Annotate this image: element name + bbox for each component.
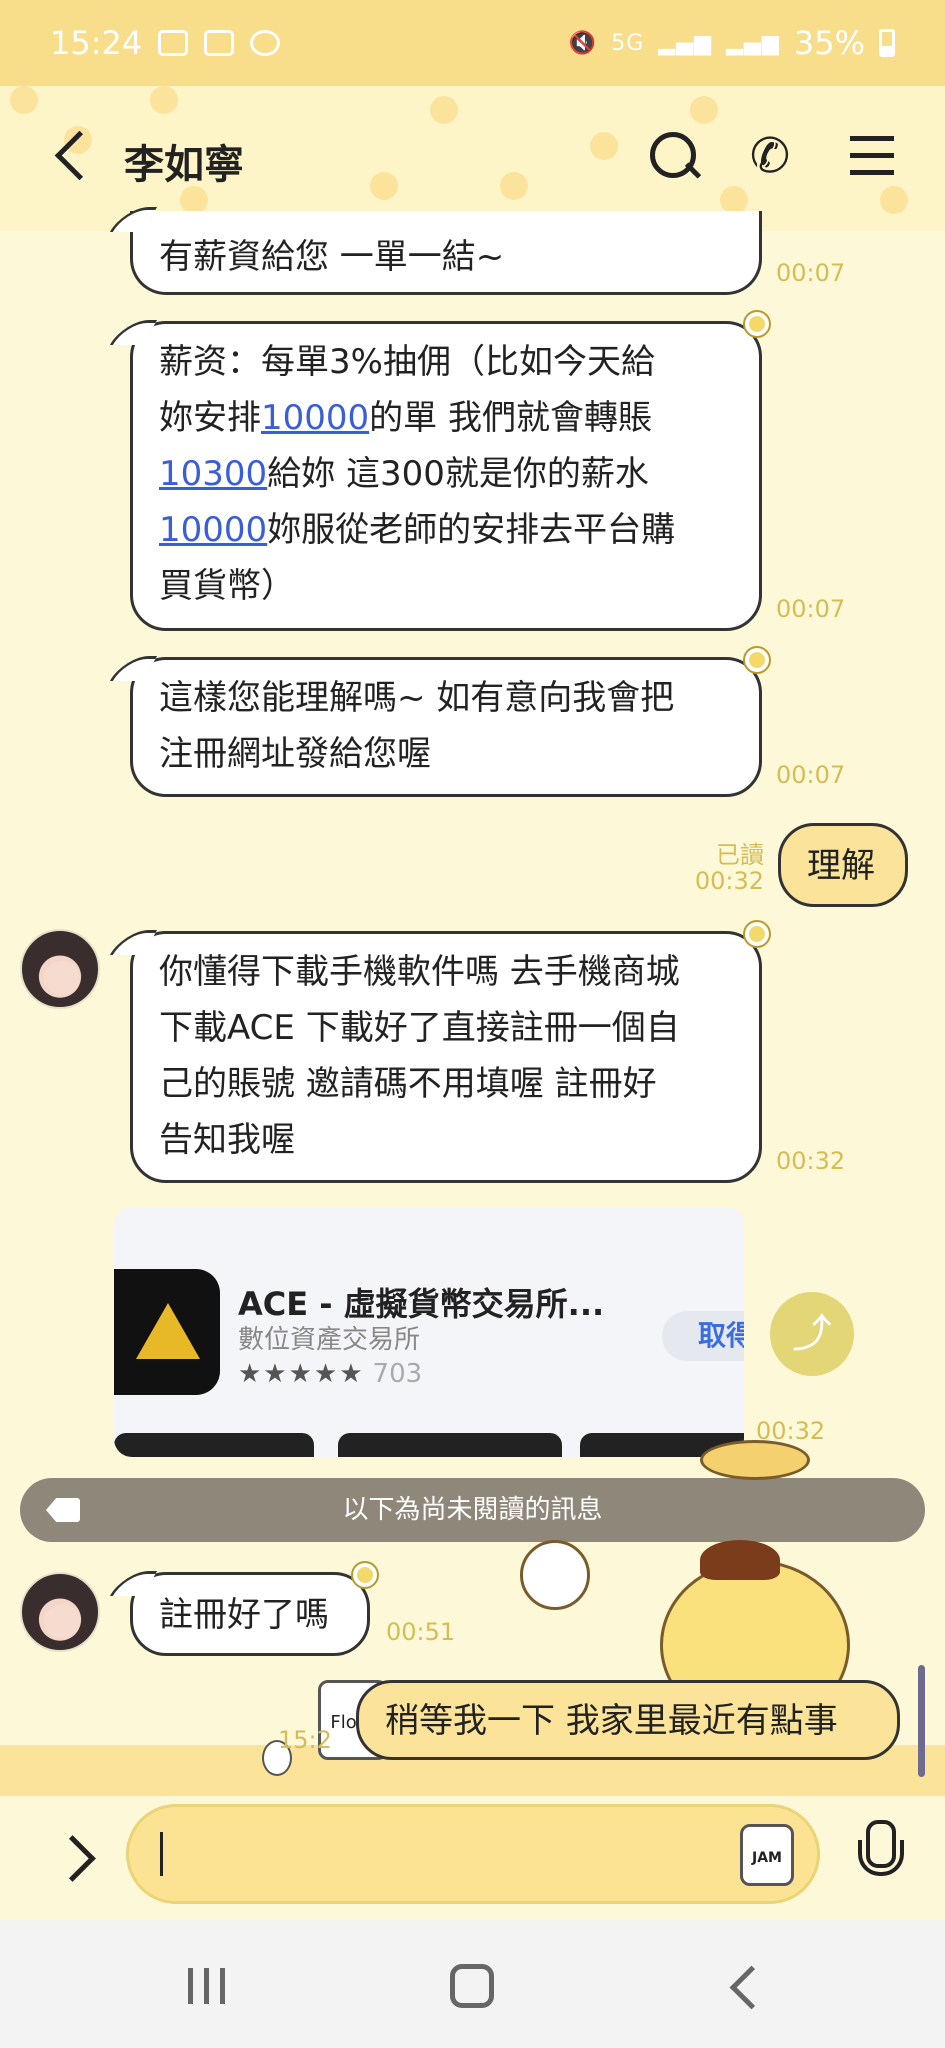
message-time: 00:07 <box>776 595 846 623</box>
tag-icon <box>46 1498 80 1522</box>
message-line: 這樣您能理解嗎~ 如有意向我會把 <box>159 678 675 718</box>
call-icon[interactable]: ✆ <box>740 126 800 186</box>
expand-icon[interactable] <box>50 1826 100 1886</box>
network-label: 5G <box>611 30 645 56</box>
message-time: 00:07 <box>776 259 846 287</box>
message-line: 你懂得下載手機軟件嗎 去手機商城 <box>159 952 680 992</box>
message-line: 10000妳服從老師的安排去平台購 <box>159 510 676 550</box>
decor-dot <box>180 186 208 214</box>
decor-dot <box>590 132 618 160</box>
message-bubble[interactable]: 你懂得下載手機軟件嗎 去手機商城 下載ACE 下載好了直接註冊一個自 己的賬號 … <box>130 920 771 1183</box>
message-text: 理解 <box>807 846 875 886</box>
app-rating: ★★★★★ 703 <box>238 1359 423 1389</box>
decor-dot <box>10 86 38 114</box>
read-receipt: 已讀 <box>716 841 764 869</box>
message-text: 有薪資給您 一單一結~ <box>159 237 505 277</box>
message-line: 己的賬號 邀請碼不用填喔 註冊好 <box>159 1064 657 1104</box>
mute-icon: 🔇 <box>568 30 598 56</box>
message-input[interactable] <box>126 1804 820 1904</box>
home-icon[interactable] <box>450 1964 494 2008</box>
recent-apps-icon[interactable] <box>188 1968 228 2004</box>
status-bar: 15:24 🔇 5G ▂▄▆ ▂▄▆ 35% <box>0 0 945 86</box>
signal-icon: ▂▄▆ <box>658 30 713 56</box>
message-line: 妳安排10000的單 我們就會轉賬 <box>159 398 652 438</box>
microphone-icon[interactable] <box>858 1820 904 1890</box>
message-line: 注冊網址發給您喔 <box>159 734 431 774</box>
message-time: 15:2 <box>278 1726 332 1754</box>
battery-percent: 35% <box>793 24 865 62</box>
outgoing-bubble[interactable]: 稍等我一下 我家里最近有點事 <box>356 1680 900 1760</box>
app-preview <box>114 1433 314 1457</box>
message-time: 00:07 <box>776 761 846 789</box>
number-link[interactable]: 10300 <box>159 454 267 494</box>
message-line: 薪资：每單3%抽佣（比如今天給 <box>159 342 655 382</box>
menu-icon[interactable] <box>842 126 902 186</box>
message-line: 10300給妳 這300就是你的薪水 <box>159 454 649 494</box>
decor-dot <box>370 172 398 200</box>
decor-dot <box>690 96 718 124</box>
pan-decoration <box>520 1540 590 1610</box>
sticker-jam-button[interactable]: JAM <box>740 1824 794 1886</box>
flower-icon <box>743 310 771 338</box>
contact-name: 李如寧 <box>124 142 244 188</box>
search-icon[interactable] <box>644 126 704 186</box>
back-nav-icon[interactable] <box>722 1964 762 2008</box>
scrollbar[interactable] <box>918 1665 925 1777</box>
ace-app-icon <box>114 1269 220 1395</box>
decor-dot <box>430 96 458 124</box>
system-navbar <box>0 1920 945 2048</box>
message-bubble[interactable]: 薪资：每單3%抽佣（比如今天給 妳安排10000的單 我們就會轉賬 10300給… <box>130 310 771 631</box>
app-get-button: 取得 <box>662 1311 744 1361</box>
pancake-decoration <box>700 1440 810 1480</box>
decor-dot <box>720 186 748 214</box>
flower-icon <box>743 646 771 674</box>
gallery-icon <box>158 30 189 56</box>
message-text: 註冊好了嗎 <box>159 1595 329 1635</box>
message-line: 買貨幣） <box>159 566 295 606</box>
character-hat <box>700 1540 780 1580</box>
message-bubble[interactable]: 註冊好了嗎 <box>130 1561 379 1656</box>
share-icon[interactable]: ⤴ <box>770 1292 854 1376</box>
app-developer: 數位資產交易所 <box>238 1325 421 1355</box>
decor-dot <box>500 172 528 200</box>
text-caret <box>160 1832 163 1876</box>
message-line: 告知我喔 <box>159 1120 295 1160</box>
message-time: 00:32 <box>694 867 764 895</box>
message-bubble[interactable]: 這樣您能理解嗎~ 如有意向我會把 注冊網址發給您喔 <box>130 646 771 797</box>
contact-avatar[interactable] <box>20 1572 100 1652</box>
flower-icon <box>351 1561 379 1589</box>
messenger-icon <box>250 30 281 56</box>
app-screenshot-image[interactable]: ACE - 虛擬貨幣交易所... 數位資產交易所 ★★★★★ 703 取得 <box>114 1207 744 1457</box>
number-link[interactable]: 10000 <box>159 510 267 550</box>
signal-icon-2: ▂▄▆ <box>726 30 780 56</box>
message-text: 稍等我一下 我家里最近有點事 <box>385 1701 838 1741</box>
outgoing-bubble[interactable]: 理解 <box>778 823 908 907</box>
input-bar: JAM <box>0 1796 945 1920</box>
message-bubble[interactable]: 有薪資給您 一單一結~ <box>130 211 762 295</box>
decor-dot <box>880 186 908 214</box>
back-button[interactable] <box>48 126 92 190</box>
message-line: 下載ACE 下載好了直接註冊一個自 <box>159 1008 680 1048</box>
number-link[interactable]: 10000 <box>261 398 369 438</box>
message-time: 00:32 <box>776 1147 846 1175</box>
contact-avatar[interactable] <box>20 929 100 1009</box>
flower-icon <box>743 920 771 948</box>
status-time: 15:24 <box>50 24 143 62</box>
bike-icon <box>204 30 235 56</box>
decor-dot <box>150 86 178 114</box>
message-time: 00:51 <box>386 1618 456 1646</box>
battery-icon <box>879 29 895 57</box>
